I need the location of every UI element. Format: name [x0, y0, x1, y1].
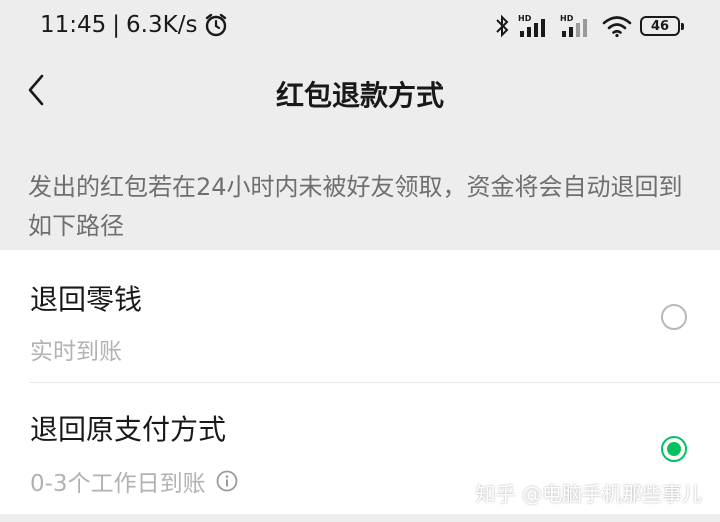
status-left: 11:45 | 6.3K/s: [40, 12, 229, 38]
bottom-strip: [0, 514, 720, 522]
option-return-to-balance[interactable]: 退回零钱 实时到账: [0, 250, 720, 382]
page-title: 红包退款方式: [275, 79, 444, 112]
radio-return-to-balance[interactable]: [661, 304, 687, 330]
status-separator: |: [112, 12, 121, 38]
hd-label-2: HD: [560, 14, 574, 23]
hd-label-1: HD: [518, 14, 532, 23]
network-speed: 6.3K/s: [126, 12, 198, 38]
alarm-icon: [206, 13, 227, 37]
watermark: 知乎 @电脑手机那些事儿: [475, 482, 702, 506]
battery-indicator: 46: [640, 16, 684, 36]
cellular-signal-icon: HD: [518, 14, 545, 37]
nav-bar: 红包退款方式: [0, 56, 720, 128]
wifi-icon: [602, 16, 632, 38]
bluetooth-icon: [496, 14, 509, 38]
option-title: 退回零钱: [30, 283, 143, 316]
status-right: HD HD 46: [494, 13, 684, 39]
option-title: 退回原支付方式: [30, 413, 227, 446]
refund-options-list: 退回零钱 实时到账 退回原支付方式 0-3个工作日到账: [0, 250, 720, 514]
option-subtitle-text: 实时到账: [30, 339, 122, 365]
option-subtitle-text: 0-3个工作日到账: [30, 471, 206, 497]
refund-notice: 发出的红包若在24小时内未被好友领取，资金将会自动退回到如下路径: [28, 173, 683, 240]
option-subtitle: 0-3个工作日到账: [30, 464, 238, 498]
info-icon[interactable]: [216, 470, 238, 492]
status-time: 11:45: [40, 12, 107, 38]
radio-return-to-original-payment[interactable]: [661, 436, 687, 462]
cellular-signal-2-icon: HD: [560, 14, 587, 37]
battery-level: 46: [650, 18, 670, 34]
option-subtitle: 实时到账: [30, 332, 122, 366]
status-bar: 11:45 | 6.3K/s HD HD 46: [0, 0, 720, 56]
